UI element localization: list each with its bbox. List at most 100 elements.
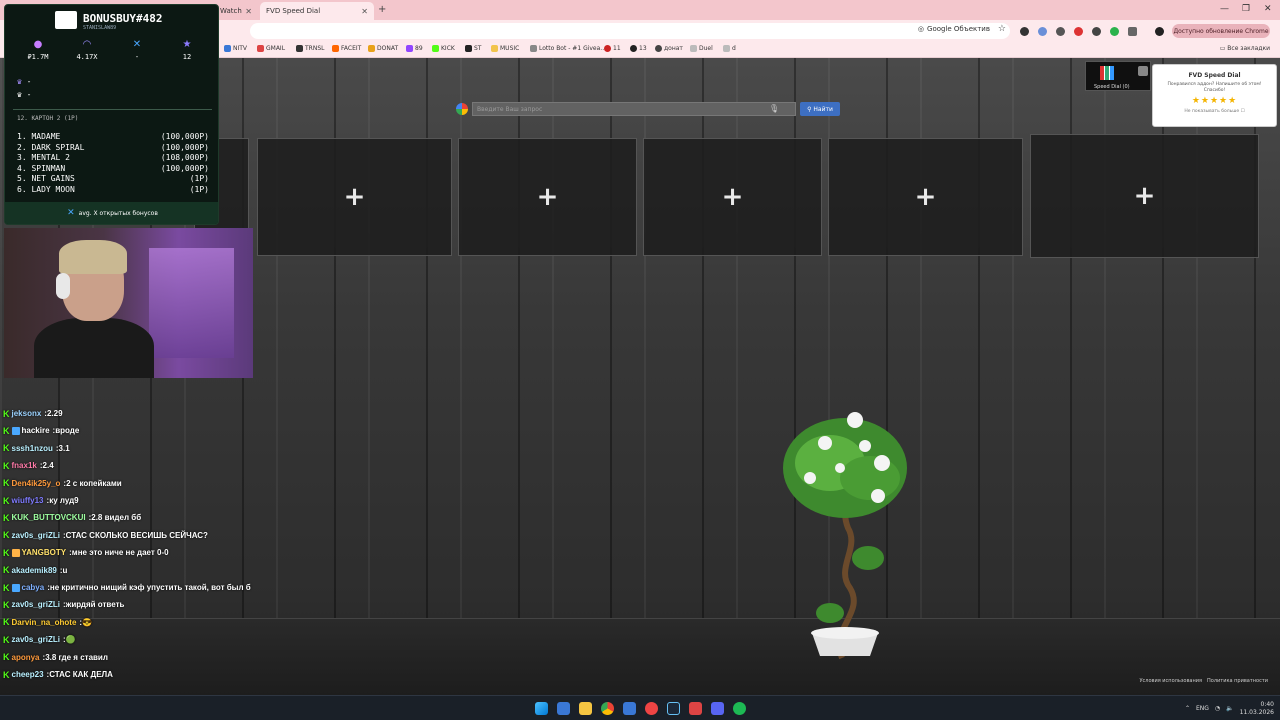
bonus-row: 2. DARK SPIRAL (100,000Р): [17, 143, 209, 152]
chat-username[interactable]: wiuffy13: [12, 496, 44, 505]
kick-badge-icon: K: [3, 478, 10, 489]
chat-username[interactable]: sssh1nzou: [12, 444, 53, 453]
search-input[interactable]: [472, 102, 796, 116]
dial-tile[interactable]: +: [257, 138, 452, 256]
chat-username[interactable]: Den4ik25y_o: [12, 479, 61, 488]
terms-link[interactable]: Условия использования: [1139, 678, 1202, 684]
discord-icon[interactable]: [711, 702, 724, 715]
chrome-icon[interactable]: [601, 702, 614, 715]
app-icon[interactable]: [645, 702, 658, 715]
bookmark-trnsl[interactable]: TRNSL: [296, 45, 324, 52]
chat-username[interactable]: zav0s_griZLi: [12, 635, 60, 644]
close-window-icon[interactable]: ✕: [1264, 4, 1272, 14]
chat-username[interactable]: Darvin_na_ohote: [12, 618, 77, 627]
chat-username[interactable]: cheep23: [12, 670, 44, 679]
calculator-icon[interactable]: [623, 702, 636, 715]
bookmark-faceit[interactable]: FACEIT: [332, 45, 361, 52]
all-bookmarks-button[interactable]: ▭ Все закладки: [1220, 45, 1270, 52]
bonus-row: 3. MENTAL 2 (108,000Р): [17, 153, 209, 162]
volume-icon[interactable]: 🔈: [1226, 705, 1233, 712]
clock[interactable]: 0:40 11.03.2026: [1240, 701, 1274, 717]
bookmark-donat-2[interactable]: донат: [655, 45, 683, 52]
bookmark-label: Lotto Bot - #1 Givea...: [539, 45, 607, 52]
chat-username[interactable]: fnax1k: [12, 461, 37, 470]
bookmark-music[interactable]: MUSIC: [491, 45, 519, 52]
widgets-icon[interactable]: [557, 702, 570, 715]
chat-username[interactable]: cabya: [22, 583, 45, 592]
chat-username[interactable]: jeksonx: [12, 409, 42, 418]
extension-icon[interactable]: [1074, 27, 1083, 36]
speed-dial-extension-button[interactable]: Speed Dial (0): [1085, 61, 1151, 91]
lang-indicator[interactable]: ENG: [1196, 705, 1209, 712]
bookmark-lotto-bot[interactable]: Lotto Bot - #1 Givea...: [530, 45, 606, 52]
bookmark-89[interactable]: 89: [406, 45, 423, 52]
avatar[interactable]: [1155, 27, 1164, 36]
spotify-icon[interactable]: [733, 702, 746, 715]
tab-fvd-speed-dial[interactable]: FVD Speed Dial ✕: [260, 2, 374, 20]
bookmark-donat[interactable]: DONAT: [368, 45, 398, 52]
bookmark-st[interactable]: ST: [465, 45, 481, 52]
bookmark-duel[interactable]: Duel: [690, 45, 713, 52]
kick-badge-icon: K: [3, 669, 10, 680]
bookmark-11[interactable]: 11: [604, 45, 621, 52]
chat-message: K Den4ik25y_o: 2 с копейками: [3, 475, 122, 492]
bookmark-13[interactable]: 13: [630, 45, 647, 52]
microphone-icon[interactable]: 🎙: [769, 104, 779, 113]
bookmark-star-icon[interactable]: ☆: [998, 24, 1006, 34]
bookmark-label: ST: [474, 45, 482, 52]
bookmark-gmail[interactable]: GMAIL: [257, 45, 285, 52]
wifi-icon[interactable]: ◔: [1215, 705, 1220, 712]
chat-username[interactable]: KUK_BUTTOVCKUI: [12, 513, 86, 522]
steam-icon[interactable]: [667, 702, 680, 715]
bookmark-label: донат: [664, 45, 683, 52]
extension-icon[interactable]: [1092, 27, 1101, 36]
bookmark-icon: [723, 45, 730, 52]
google-lens-button[interactable]: ◎ Google Объектив: [918, 25, 990, 33]
start-icon[interactable]: [535, 702, 548, 715]
chrome-update-button[interactable]: Доступно обновление Chrome: [1172, 24, 1270, 38]
chat-username[interactable]: zav0s_griZLi: [12, 600, 60, 609]
close-tab-icon[interactable]: ✕: [361, 7, 368, 16]
kick-badge-icon: K: [3, 460, 10, 471]
best-value: -: [26, 77, 32, 86]
extension-icon[interactable]: [1056, 27, 1065, 36]
chat-username[interactable]: aponya: [12, 653, 40, 662]
chat-text: u: [62, 565, 68, 575]
bookmark-d[interactable]: d: [723, 45, 736, 52]
chat-text: вроде: [55, 426, 80, 436]
search-button[interactable]: ⚲ Найти: [800, 102, 840, 116]
dial-tile[interactable]: +: [458, 138, 637, 256]
obs-icon[interactable]: [689, 702, 702, 715]
chat-username[interactable]: zav0s_griZLi: [12, 531, 60, 540]
clock-date: 11.03.2026: [1239, 708, 1274, 716]
new-tab-button[interactable]: +: [378, 4, 386, 15]
bookmark-label: GMAIL: [266, 45, 286, 52]
dial-tile[interactable]: +: [828, 138, 1023, 256]
dont-show-checkbox[interactable]: Не показывать больше ☐: [1153, 109, 1276, 114]
rating-stars[interactable]: ★★★★★: [1153, 96, 1276, 106]
chat-username[interactable]: YANGBOTY: [22, 548, 67, 557]
bookmark-kick[interactable]: KICK: [432, 45, 455, 52]
chat-message: Kwiuffy13: ку луд9: [3, 492, 79, 509]
chat-username[interactable]: hackire: [22, 426, 50, 435]
close-tab-icon[interactable]: ✕: [245, 7, 252, 16]
chat-username[interactable]: akademik89: [12, 566, 57, 575]
bookmark-nitv[interactable]: NITV: [224, 45, 247, 52]
extension-icon[interactable]: [1110, 27, 1119, 36]
extension-icon[interactable]: [1020, 27, 1029, 36]
dial-tile[interactable]: +: [643, 138, 822, 256]
minimize-icon[interactable]: —: [1220, 4, 1229, 14]
maximize-icon[interactable]: ❐: [1242, 4, 1250, 14]
privacy-link[interactable]: Политика приватности: [1207, 678, 1268, 684]
file-explorer-icon[interactable]: [579, 702, 592, 715]
bookmark-icon: [257, 45, 264, 52]
chevron-up-icon[interactable]: ⌃: [1185, 705, 1190, 712]
address-bar[interactable]: ◎ Google Объектив ☆: [250, 23, 1010, 39]
kick-badge-icon: K: [3, 530, 10, 541]
extension-icon[interactable]: [1038, 27, 1047, 36]
tab-watch[interactable]: Watch ✕: [214, 2, 258, 20]
bookmark-label: FACEIT: [341, 45, 362, 52]
bonus-row: 5. NET GAINS (1Р): [17, 174, 209, 183]
extensions-puzzle-icon[interactable]: [1128, 27, 1137, 36]
dial-tile[interactable]: +: [1030, 134, 1259, 258]
